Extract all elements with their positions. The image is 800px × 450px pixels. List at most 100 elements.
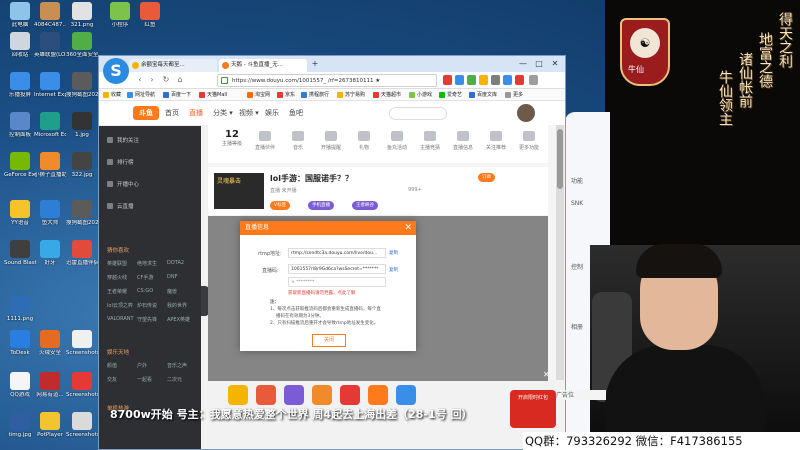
category-link[interactable]: 一起看 (137, 376, 152, 383)
category-link[interactable]: 颜值 (107, 362, 117, 369)
forward-button[interactable]: › (147, 75, 157, 85)
desktop-icon[interactable]: 搜狗截图20210... (66, 72, 98, 98)
desktop-icon[interactable]: Screenshots (66, 372, 98, 398)
stream-key-field[interactable]: 1001557rl8r9Gd6ca?wsSecret=******* (288, 264, 386, 274)
rtmp-address-field[interactable]: rtmp://sendtc3a.douyu.com/live/dou... (288, 248, 386, 258)
category-link[interactable]: DOTA2 (167, 260, 184, 266)
url-input[interactable]: https://www.douyu.com/1001557_ /rf=26738… (217, 74, 437, 87)
nav-category[interactable]: 分类 ▾ (213, 108, 233, 118)
desktop-icon[interactable]: ToDesk (4, 330, 36, 356)
gift-icon[interactable] (312, 385, 332, 405)
desktop-icon[interactable]: 小程序 (104, 2, 136, 28)
category-link[interactable]: 穿越火线 (107, 274, 127, 281)
desktop-icon[interactable]: Screenshots (66, 330, 98, 356)
sidebar-item-follow[interactable]: 我的关注 (107, 136, 139, 144)
desktop-icon[interactable]: 回收站 (4, 32, 36, 58)
desktop-icon[interactable]: Screenshots (66, 412, 98, 438)
bookmark-item[interactable]: 网址导航 (127, 90, 155, 100)
bookmark-item[interactable]: 苏宁易购 (337, 90, 365, 100)
desktop-icon[interactable]: 控制面板 (4, 112, 36, 138)
bookmark-item[interactable]: 百度文库 (469, 90, 497, 100)
category-link[interactable]: lol云顶之弈 (107, 302, 133, 309)
category-link[interactable]: 二次元 (167, 376, 182, 383)
category-link[interactable]: 户外 (137, 362, 147, 369)
browser-logo-icon[interactable]: S (103, 58, 129, 84)
bookmark-item[interactable]: 淘宝网 (247, 90, 270, 100)
desktop-icon[interactable]: 英雄联盟(LOL)... (34, 32, 66, 58)
extension-icon[interactable] (455, 75, 464, 85)
douyu-logo[interactable]: 斗鱼 (133, 106, 159, 120)
category-link[interactable]: APEX英雄 (167, 316, 190, 323)
minimize-button[interactable]: — (517, 58, 529, 70)
category-link[interactable]: DNF (167, 274, 177, 280)
close-dialog-button[interactable]: 关闭 (312, 334, 346, 347)
category-link[interactable]: 交友 (107, 376, 117, 383)
close-icon[interactable]: ✕ (404, 222, 412, 234)
bookmark-item[interactable]: 携程旅行 (301, 90, 329, 100)
nav-home[interactable]: 首页 (165, 108, 179, 118)
desktop-icon[interactable]: Sound Blaster... (4, 240, 36, 266)
bookmark-item[interactable]: 天猫超市 (373, 90, 401, 100)
follow-button[interactable]: 订阅 (478, 173, 495, 182)
category-link[interactable]: 音乐之声 (167, 362, 187, 369)
maximize-button[interactable]: □ (533, 58, 545, 70)
category-link[interactable]: 魔兽 (167, 288, 177, 295)
nav-fishbar[interactable]: 鱼吧 (289, 108, 303, 118)
gift-icon[interactable] (228, 385, 248, 405)
desktop-icon[interactable]: 小狮子直播助手 (34, 152, 66, 178)
desktop-icon[interactable]: 322.jpg (66, 152, 98, 178)
desktop-icon[interactable]: YY语音 (4, 200, 36, 226)
nav-live[interactable]: 直播 (189, 108, 203, 118)
home-button[interactable]: ⌂ (175, 75, 185, 85)
gift-icon[interactable] (284, 385, 304, 405)
desktop-icon[interactable]: 红鱼 (134, 2, 166, 28)
copy-key-button[interactable]: 复制 (389, 267, 398, 273)
extension-icon[interactable] (515, 75, 524, 85)
sidebar-item-studio[interactable]: 开播中心 (107, 180, 139, 188)
sidebar-item-rank[interactable]: 排行榜 (107, 158, 134, 166)
category-link[interactable]: 英雄联盟 (107, 260, 127, 267)
bookmark-item[interactable]: 天猫Mall (199, 90, 227, 100)
refresh-button[interactable]: ↻ (161, 75, 171, 85)
desktop-icon[interactable]: 360全面安全卫士 (66, 32, 98, 58)
back-button[interactable]: ‹ (135, 75, 145, 85)
close-window-button[interactable]: ✕ (549, 58, 561, 70)
bookmark-item[interactable]: 百度一下 (163, 90, 191, 100)
category-link[interactable]: CF手游 (137, 274, 153, 281)
nav-video[interactable]: 视频 ▾ (239, 108, 259, 118)
category-link[interactable]: 王者荣耀 (107, 288, 127, 295)
close-icon[interactable]: ✕ (543, 370, 550, 379)
search-input[interactable] (389, 107, 447, 120)
room-tag[interactable]: 手机直播 (308, 201, 334, 210)
extension-icon[interactable] (491, 75, 500, 85)
desktop-icon[interactable]: timg.jpg (4, 412, 36, 438)
desktop-icon[interactable]: PotPlayer (34, 412, 66, 438)
desktop-icon[interactable]: Internet Explorer (34, 72, 66, 98)
extension-icon[interactable] (503, 75, 512, 85)
category-link[interactable]: VALORANT (107, 316, 134, 322)
bookmark-item[interactable]: 京东 (277, 90, 295, 100)
room-tag[interactable]: V标签 (270, 201, 291, 210)
category-link[interactable]: 守望先锋 (137, 316, 157, 323)
user-avatar[interactable] (517, 104, 535, 122)
warning-text[interactable]: 获取新直播码请勿泄露，点此了解 (288, 290, 356, 296)
gift-icon[interactable] (368, 385, 388, 405)
bookmark-item[interactable]: 小游戏 (409, 90, 432, 100)
scrollbar-thumb[interactable] (557, 129, 563, 189)
desktop-icon[interactable]: 321.png (66, 2, 98, 28)
extension-icon[interactable] (467, 75, 476, 85)
gift-icon[interactable] (396, 385, 416, 405)
desktop-icon[interactable]: 网易有道... (34, 372, 66, 398)
desktop-icon[interactable]: 搜狗截图20210... (66, 200, 98, 226)
desktop-icon[interactable]: QQ游戏 (4, 372, 36, 398)
gift-icon[interactable] (256, 385, 276, 405)
bookmark-item[interactable]: 爱奇艺 (439, 90, 462, 100)
gift-icon[interactable] (340, 385, 360, 405)
desktop-icon[interactable]: 火绒安全 (34, 330, 66, 356)
browser-tab[interactable]: 余额宝每天都至... (129, 59, 217, 72)
room-tag[interactable]: 王者峡谷 (352, 201, 378, 210)
bookmark-item[interactable]: 收藏 (103, 90, 121, 100)
desktop-icon[interactable]: Microsoft Edge (34, 112, 66, 138)
copy-rtmp-button[interactable]: 复制 (389, 250, 398, 256)
nav-entertainment[interactable]: 娱乐 (265, 108, 279, 118)
